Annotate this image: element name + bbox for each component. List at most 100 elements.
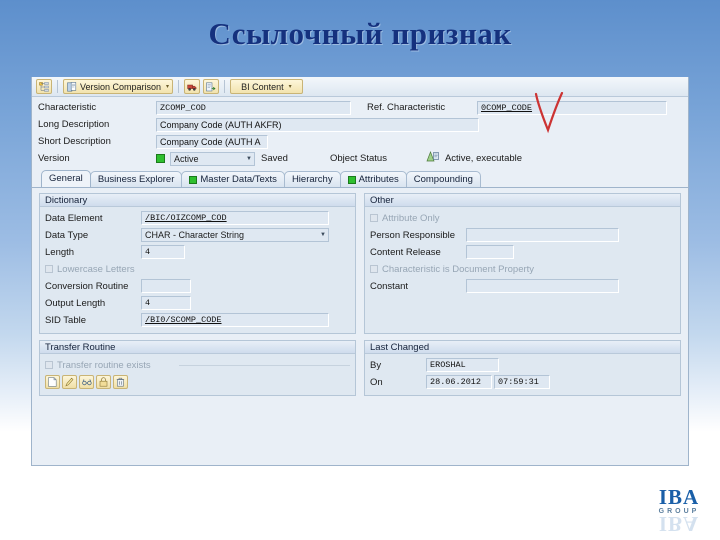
attribute-only-row: Attribute Only [370, 211, 675, 225]
short-description-row: Short Description Company Code (AUTH A [38, 134, 682, 149]
length-label: Length [45, 246, 75, 258]
where-used-button[interactable] [203, 79, 220, 94]
page-icon [48, 377, 57, 387]
document-property-row: Characteristic is Document Property [370, 262, 675, 276]
bi-content-button[interactable]: BI Content ▾ [230, 79, 303, 94]
compare-documents-icon [67, 81, 77, 92]
page-title: Ссылочный признак [208, 16, 512, 51]
changed-by-input[interactable]: EROSHAL [426, 358, 499, 372]
long-description-label: Long Description [38, 119, 110, 130]
green-square-icon [189, 175, 198, 184]
transfer-routine-buttons [45, 375, 350, 389]
last-changed-panel-body: By EROSHAL On 28.06.2012 07:59:31 [365, 354, 680, 395]
conversion-routine-input[interactable] [141, 279, 191, 293]
lowercase-letters-label: Lowercase Letters [57, 263, 135, 275]
version-select[interactable]: Active ▼ [170, 151, 255, 166]
characteristic-row: Characteristic ZCOMP_COD Ref. Characteri… [38, 100, 682, 115]
changed-by-row: By EROSHAL [370, 358, 675, 372]
glasses-icon [81, 379, 92, 386]
version-select-value: Active [174, 153, 199, 164]
content-release-input[interactable] [466, 245, 514, 259]
data-element-label: Data Element [45, 212, 103, 224]
hierarchy-icon [39, 81, 49, 92]
tab-business-explorer[interactable]: Business Explorer [89, 171, 183, 187]
document-property-checkbox[interactable] [370, 265, 378, 273]
tab-content-general: Dictionary Data Element /BIC/OIZCOMP_COD… [32, 188, 688, 401]
delete-routine-button[interactable] [113, 375, 128, 389]
changed-on-date-input[interactable]: 28.06.2012 [426, 375, 492, 389]
object-status-label: Object Status [329, 153, 387, 164]
long-description-input[interactable]: Company Code (AUTH AKFR) [156, 117, 479, 132]
tab-hierarchy[interactable]: Hierarchy [283, 171, 341, 187]
data-type-select-value: CHAR - Character String [145, 230, 245, 240]
tab-business-explorer-label: Business Explorer [97, 174, 175, 185]
length-row: Length 4 [45, 245, 350, 259]
data-element-input[interactable]: /BIC/OIZCOMP_COD [141, 211, 329, 225]
edit-routine-button[interactable] [62, 375, 77, 389]
toolbar-separator [178, 80, 180, 93]
logo-main-text: IBA [658, 485, 700, 509]
data-type-row: Data Type CHAR - Character String ▼ [45, 228, 350, 242]
bi-content-label: BI Content [241, 81, 284, 92]
tab-bar: General Business Explorer Master Data/Te… [32, 170, 688, 188]
display-routine-button[interactable] [79, 375, 94, 389]
dictionary-panel: Dictionary Data Element /BIC/OIZCOMP_COD… [39, 193, 356, 334]
tab-hierarchy-label: Hierarchy [291, 174, 333, 185]
data-element-row: Data Element /BIC/OIZCOMP_COD [45, 211, 350, 225]
data-type-select[interactable]: CHAR - Character String ▼ [141, 228, 329, 242]
person-responsible-row: Person Responsible [370, 228, 675, 242]
version-comparison-button[interactable]: Version Comparison ▾ [63, 79, 174, 94]
chevron-down-icon[interactable]: ▾ [289, 83, 292, 90]
ref-characteristic-input[interactable]: 0COMP_CODE [477, 100, 667, 115]
version-comparison-label: Version Comparison [80, 81, 162, 92]
header-fields: Characteristic ZCOMP_COD Ref. Characteri… [32, 97, 688, 170]
long-description-row: Long Description Company Code (AUTH AKFR… [38, 117, 682, 132]
constant-row: Constant [370, 279, 675, 293]
content-release-row: Content Release [370, 245, 675, 259]
transfer-routine-panel: Transfer Routine Transfer routine exists [39, 340, 356, 396]
short-description-input[interactable]: Company Code (AUTH A [156, 134, 268, 149]
tab-general[interactable]: General [41, 170, 91, 187]
tab-master-data-texts-label: Master Data/Texts [200, 174, 277, 185]
tab-attributes[interactable]: Attributes [339, 171, 407, 187]
changed-on-time-input[interactable]: 07:59:31 [494, 375, 550, 389]
data-type-label: Data Type [45, 229, 89, 241]
constant-label: Constant [370, 280, 409, 292]
tab-compounding[interactable]: Compounding [405, 171, 481, 187]
sap-maintain-characteristic-window: Version Comparison ▾ BI Content ▾ Charac… [31, 77, 689, 466]
length-input[interactable]: 4 [141, 245, 185, 259]
dictionary-panel-body: Data Element /BIC/OIZCOMP_COD Data Type … [40, 207, 355, 333]
hierarchy-button[interactable] [36, 79, 52, 94]
last-changed-panel: Last Changed By EROSHAL On 28.06.2012 07… [364, 340, 681, 396]
characteristic-input[interactable]: ZCOMP_COD [156, 100, 351, 115]
sid-table-label: SID Table [45, 314, 87, 326]
transfer-routine-exists-checkbox[interactable] [45, 361, 53, 369]
chevron-down-icon[interactable]: ▾ [166, 83, 169, 90]
characteristic-label: Characteristic [38, 102, 97, 113]
saved-status-label: Saved [261, 153, 288, 164]
attribute-only-checkbox[interactable] [370, 214, 378, 222]
lowercase-letters-checkbox[interactable] [45, 265, 53, 273]
conversion-routine-label: Conversion Routine [45, 280, 129, 292]
lock-routine-button[interactable] [96, 375, 111, 389]
chevron-down-icon[interactable]: ▼ [246, 156, 252, 162]
lowercase-letters-row: Lowercase Letters [45, 262, 350, 276]
other-panel-title: Other [365, 194, 680, 207]
other-panel: Other Attribute Only Person Responsible … [364, 193, 681, 334]
active-executable-icon [426, 151, 439, 166]
person-responsible-label: Person Responsible [370, 229, 456, 241]
output-length-row: Output Length 4 [45, 296, 350, 310]
tab-master-data-texts[interactable]: Master Data/Texts [181, 171, 285, 187]
conversion-routine-row: Conversion Routine [45, 279, 350, 293]
green-square-status-icon [156, 154, 165, 163]
chevron-down-icon[interactable]: ▼ [320, 232, 326, 238]
output-length-label: Output Length [45, 297, 106, 309]
create-routine-button[interactable] [45, 375, 60, 389]
person-responsible-input[interactable] [466, 228, 619, 242]
sid-table-input[interactable]: /BI0/SCOMP_CODE [141, 313, 329, 327]
lock-icon [99, 377, 108, 387]
constant-input[interactable] [466, 279, 619, 293]
transport-button[interactable] [184, 79, 201, 94]
transfer-routine-panel-title: Transfer Routine [40, 341, 355, 354]
output-length-input[interactable]: 4 [141, 296, 191, 310]
